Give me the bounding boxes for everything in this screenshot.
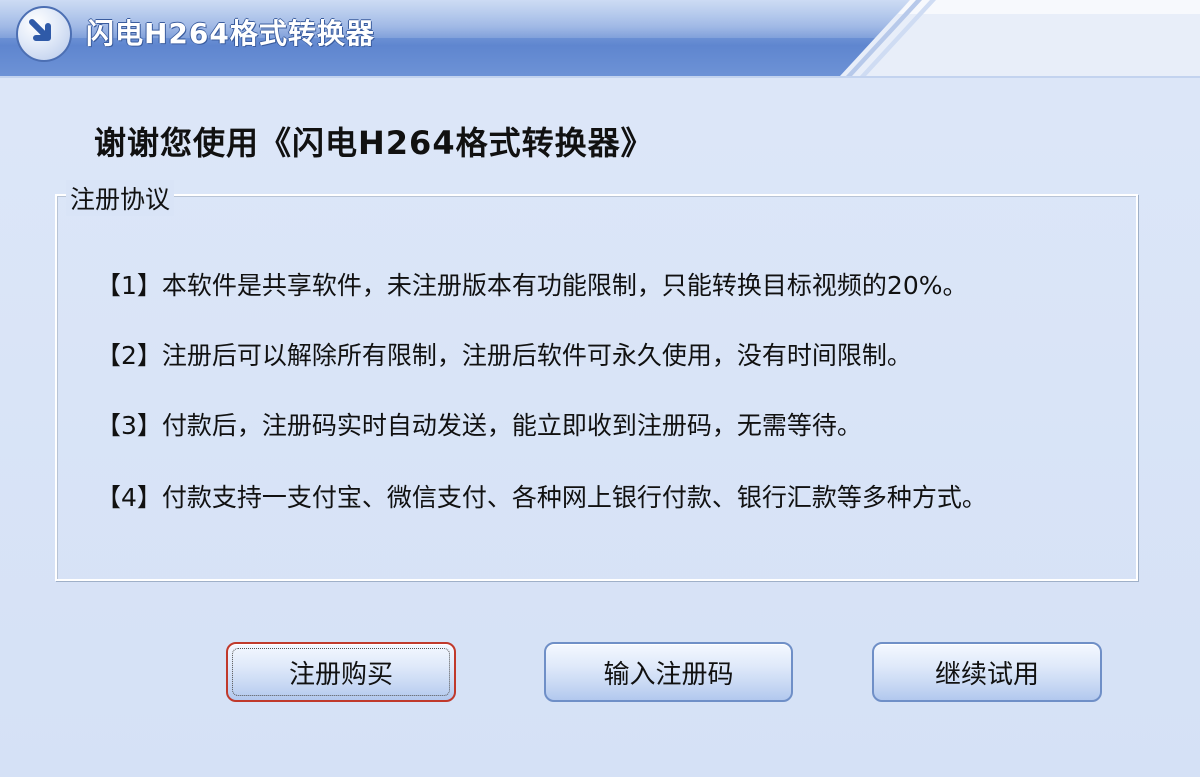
register-purchase-label: 注册购买 — [288, 659, 393, 690]
title-divider — [0, 76, 1200, 78]
title-bar-decoration — [840, 0, 1200, 76]
continue-trial-label: 继续试用 — [934, 659, 1039, 690]
arrow-down-right-icon — [29, 19, 51, 41]
agreement-item: 【1】本软件是共享软件，未注册版本有功能限制，只能转换目标视频的20%。 — [96, 271, 968, 300]
enter-code-button[interactable]: 输入注册码 — [544, 642, 793, 702]
continue-trial-button[interactable]: 继续试用 — [872, 642, 1102, 702]
agreement-item: 【3】付款后，注册码实时自动发送，能立即收到注册码，无需等待。 — [96, 411, 862, 440]
agreement-item: 【4】付款支持一支付宝、微信支付、各种网上银行付款、银行汇款等多种方式。 — [96, 483, 987, 512]
window-title: 闪电H264格式转换器 — [86, 17, 375, 50]
title-bar[interactable]: 闪电H264格式转换器 — [0, 0, 1200, 76]
enter-code-label: 输入注册码 — [603, 659, 734, 690]
agreement-groupbox — [55, 194, 1138, 581]
registration-dialog: 闪电H264格式转换器 谢谢您使用《闪电H264格式转换器》 注册协议 【1】本… — [0, 0, 1200, 777]
app-icon[interactable] — [16, 6, 72, 62]
register-purchase-button[interactable]: 注册购买 — [226, 642, 456, 702]
agreement-legend: 注册协议 — [66, 180, 175, 216]
page-heading: 谢谢您使用《闪电H264格式转换器》 — [94, 124, 654, 162]
agreement-item: 【2】注册后可以解除所有限制，注册后软件可永久使用，没有时间限制。 — [96, 341, 912, 370]
